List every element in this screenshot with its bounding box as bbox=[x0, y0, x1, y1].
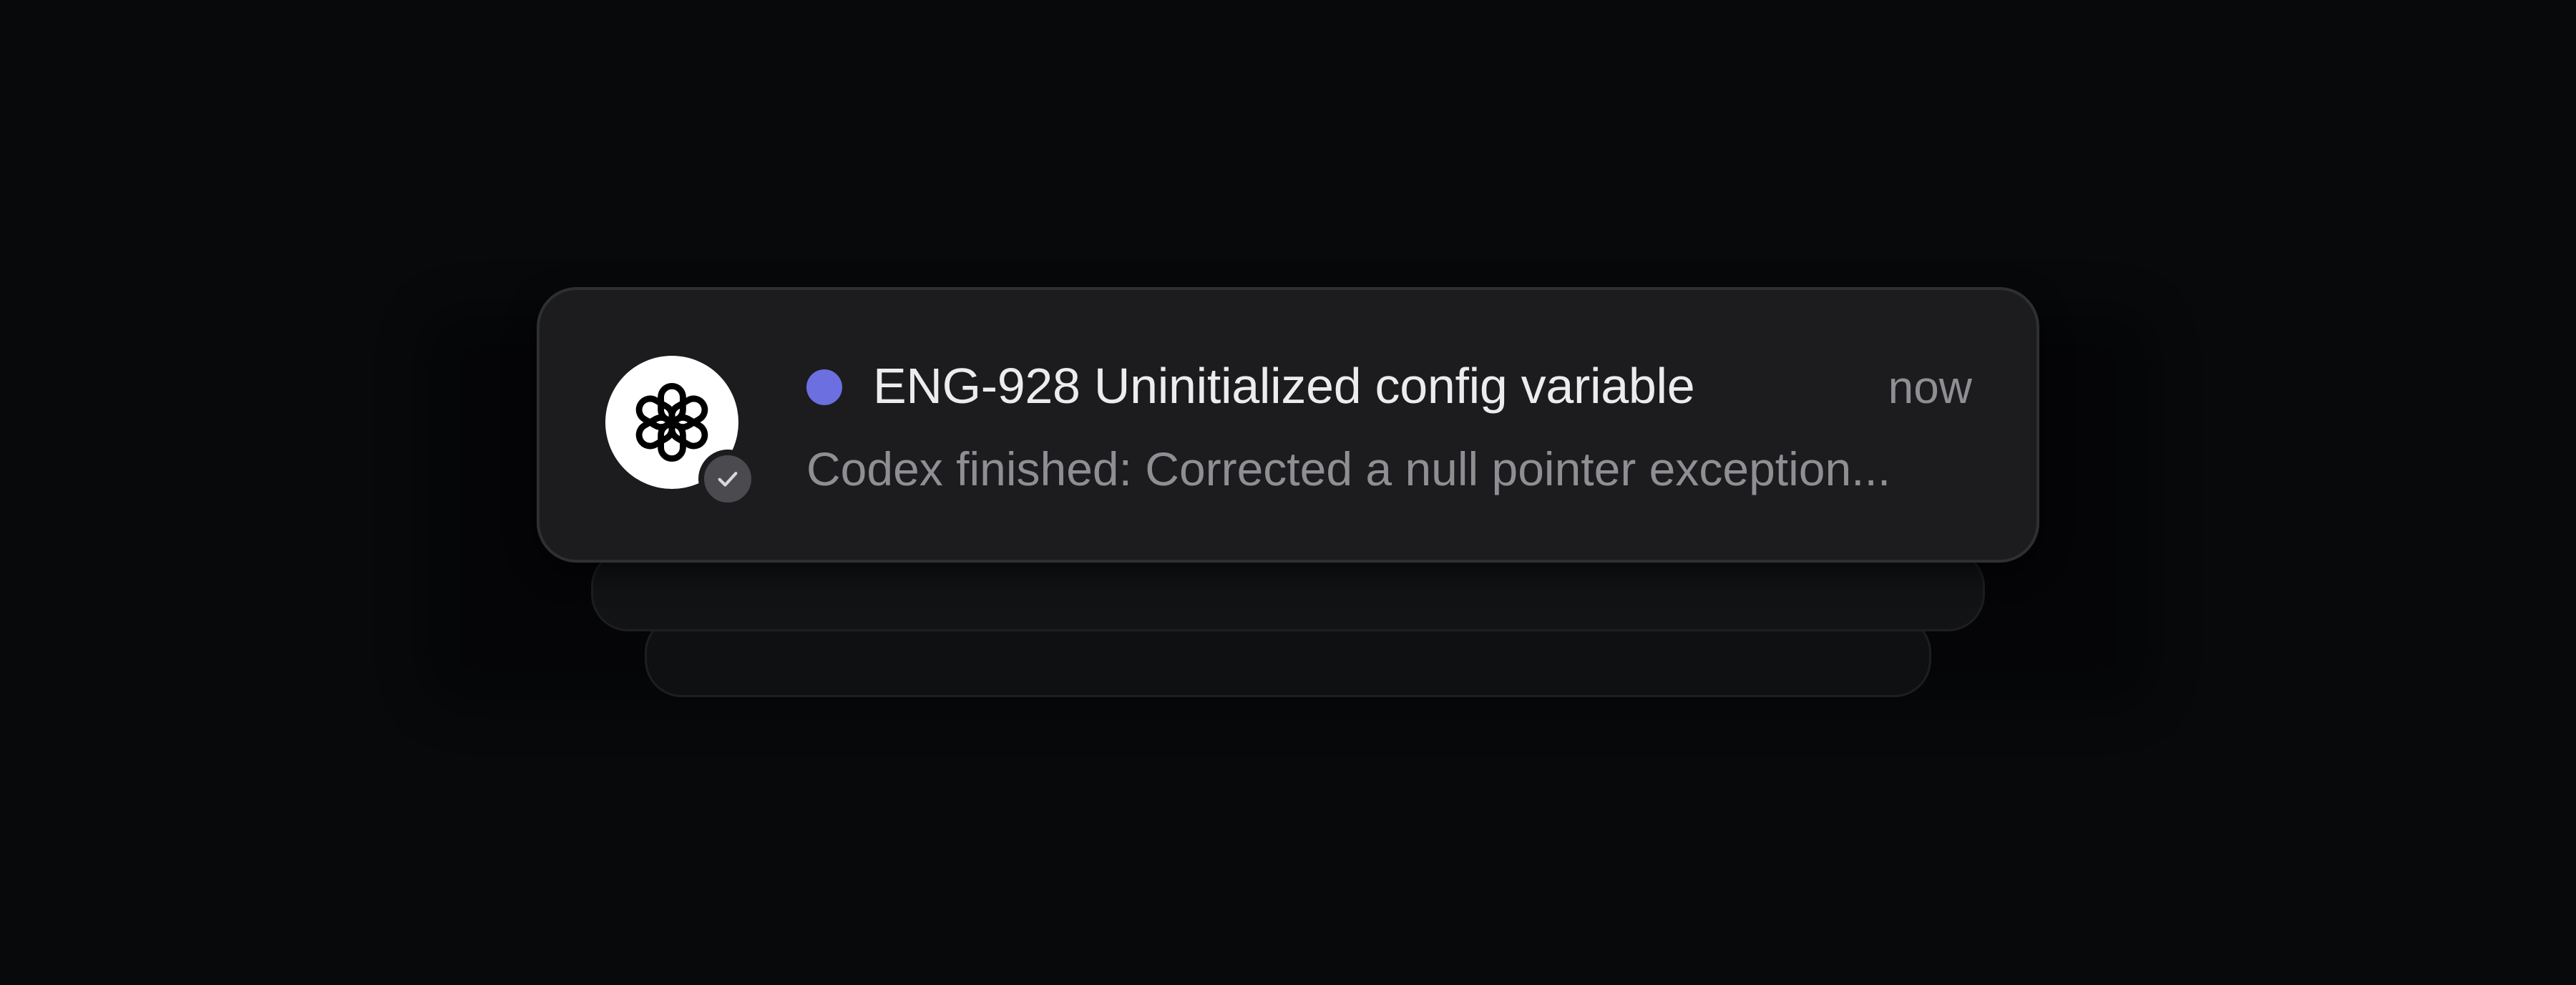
notification-title: ENG-928 Uninitialized config variable bbox=[873, 358, 1695, 414]
checkmark-icon bbox=[718, 472, 738, 487]
notification-card[interactable]: ENG-928 Uninitialized config variable no… bbox=[537, 287, 2039, 563]
notification-body: Codex finished: Corrected a null pointer… bbox=[806, 442, 1891, 495]
unread-indicator-dot bbox=[806, 369, 842, 405]
completed-status-badge bbox=[698, 450, 757, 508]
notification-stage: ENG-928 Uninitialized config variable no… bbox=[0, 0, 2576, 985]
notification-timestamp: now bbox=[1888, 362, 1972, 413]
openai-logo-icon bbox=[625, 383, 719, 470]
